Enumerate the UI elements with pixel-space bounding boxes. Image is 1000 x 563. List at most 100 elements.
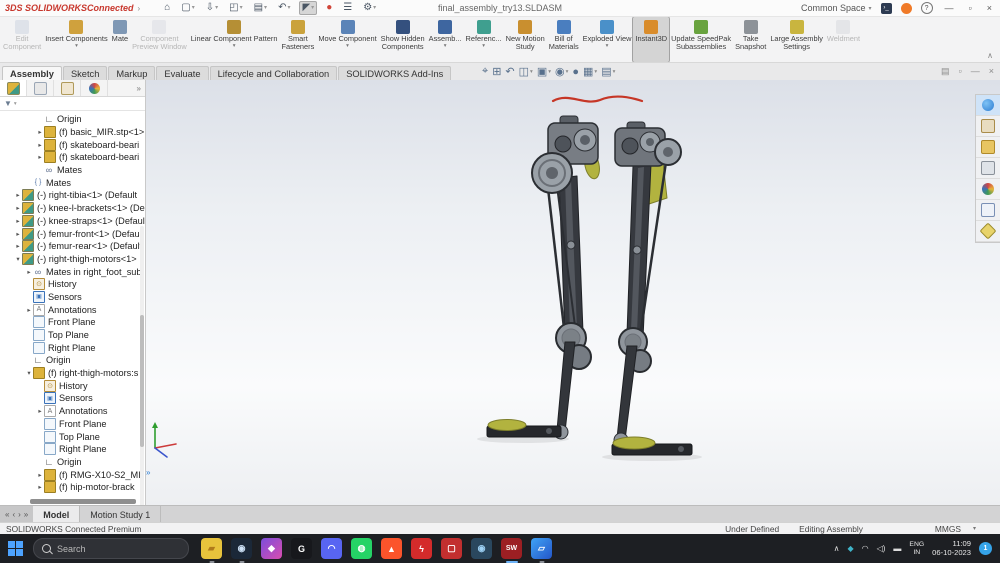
panel-flyout-arrow-icon[interactable]: » (146, 468, 150, 477)
console-icon[interactable]: ›_ (881, 3, 892, 14)
tree-item[interactable]: Origin (0, 113, 145, 126)
tree-item[interactable]: Mates (0, 164, 145, 177)
options-list-icon[interactable]: ☰ (341, 2, 354, 14)
ribbon-collapse-icon[interactable]: ∧ (981, 51, 999, 62)
tree-item[interactable]: ▸ Mates in right_foot_sub (0, 265, 145, 278)
dropdown-caret-icon[interactable]: ▾ (373, 2, 376, 14)
appearances-tab[interactable] (81, 80, 108, 96)
display-style-icon[interactable]: ▣ ▾ (537, 65, 551, 78)
help-icon[interactable]: ? (921, 2, 933, 14)
select-icon[interactable]: ◤ ▾ (299, 1, 317, 15)
dropdown-caret-icon[interactable]: ▾ (346, 43, 349, 49)
clock[interactable]: 11:09 06-10-2023 (932, 540, 971, 557)
zoom-to-fit-icon[interactable]: ⌖ (482, 65, 488, 78)
window-restore-icon[interactable]: ▫ (959, 66, 962, 77)
section-view-icon[interactable]: ◫ ▾ (519, 65, 533, 78)
update-speedpak-button[interactable]: Update SpeedPak Subassemblies (669, 17, 733, 62)
tree-item[interactable]: ▾ (f) right-thigh-motors:s (0, 367, 145, 380)
document-tab[interactable]: Model (33, 506, 80, 523)
expand-arrow-icon[interactable]: ▸ (14, 191, 22, 199)
battery-icon[interactable]: ▬ (893, 544, 901, 553)
new-document-icon[interactable]: ▢ ▾ (179, 2, 196, 14)
dropdown-caret-icon[interactable]: ▾ (215, 2, 218, 14)
tree-item[interactable]: Origin (0, 354, 145, 367)
ribbon-tab[interactable]: Lifecycle and Collaboration (210, 66, 338, 81)
edit-appearance-icon[interactable]: ● (572, 66, 579, 78)
settings-icon[interactable]: ⚙ ▾ (361, 2, 378, 14)
tree-item[interactable]: ▸ Annotations (0, 405, 145, 418)
tree-item[interactable]: Top Plane (0, 430, 145, 443)
user-avatar[interactable] (901, 3, 912, 14)
wifi-icon[interactable]: ◠ (862, 544, 869, 553)
tree-item[interactable]: Mates (0, 176, 145, 189)
tree-item[interactable]: ▸ (f) RMG-X10-S2_MII (0, 468, 145, 481)
tree-vertical-scrollbar[interactable] (140, 226, 144, 505)
tray-overflow-icon[interactable]: ∧ (834, 544, 840, 553)
language-indicator[interactable]: ENG IN (909, 541, 924, 556)
window-close-icon[interactable]: × (989, 66, 994, 77)
solidworks-icon[interactable]: SW (501, 538, 522, 559)
dropdown-caret-icon[interactable]: ▾ (233, 43, 236, 49)
expand-arrow-icon[interactable]: ▸ (36, 483, 44, 491)
dropdown-caret-icon[interactable]: ▾ (75, 43, 78, 49)
linear-component-pattern-button[interactable]: Linear Component Pattern ▾ (189, 17, 280, 62)
dropdown-caret-icon[interactable]: ▾ (287, 2, 290, 14)
tab-scroll-arrow-icon[interactable]: › (18, 510, 21, 519)
expand-arrow-icon[interactable]: ▸ (25, 268, 33, 276)
previous-view-icon[interactable]: ↶ (505, 65, 514, 78)
lightning-app-icon[interactable]: ϟ (411, 538, 432, 559)
workspace-selector[interactable]: Common Space ▾ (801, 3, 872, 13)
tree-item[interactable]: ▸ (f) skateboard-beari (0, 151, 145, 164)
dropdown-caret-icon[interactable]: ▾ (548, 69, 551, 75)
custom-properties-icon[interactable] (976, 200, 1000, 221)
graphics-viewport[interactable] (0, 80, 1000, 505)
featuremanager-tab[interactable] (0, 80, 27, 96)
tree-item[interactable]: Top Plane (0, 329, 145, 342)
units-caret-icon[interactable]: ▾ (973, 525, 976, 532)
start-button[interactable] (8, 541, 23, 556)
new-motion-study-button[interactable]: New Motion Study (504, 17, 547, 62)
zoom-to-area-icon[interactable]: ⊞ (492, 65, 501, 78)
expand-arrow-icon[interactable]: ▸ (36, 141, 44, 149)
expand-arrow-icon[interactable]: ▾ (14, 255, 22, 263)
instant3d-button[interactable]: Instant3D (633, 17, 669, 62)
restore-button[interactable]: ▫ (966, 3, 975, 13)
view-settings-icon[interactable]: ▤ ▾ (601, 65, 615, 78)
discord-icon[interactable]: ◠ (321, 538, 342, 559)
dropdown-caret-icon[interactable]: ▾ (482, 43, 485, 49)
tree-item[interactable]: ▸ (f) basic_MIR.stp<1> (0, 126, 145, 139)
weldment-button[interactable]: Weldment (825, 17, 862, 62)
view-palette-icon[interactable] (976, 158, 1000, 179)
dropdown-caret-icon[interactable]: ▾ (606, 43, 609, 49)
dropdown-caret-icon[interactable]: ▾ (566, 69, 569, 75)
media-app-icon[interactable]: ▢ (441, 538, 462, 559)
ribbon-tab[interactable]: Markup (108, 66, 155, 81)
exoskeleton-legs-model[interactable] (145, 80, 1000, 505)
propertymanager-tab[interactable] (27, 80, 54, 96)
expand-arrow-icon[interactable]: ▸ (14, 217, 22, 225)
dropdown-caret-icon[interactable]: ▾ (530, 69, 533, 75)
expand-arrow-icon[interactable]: ▸ (36, 153, 44, 161)
solidworks-forum-icon[interactable] (976, 221, 1000, 242)
tree-item[interactable]: ▸ (-) knee-straps<1> (Defaul (0, 215, 145, 228)
assembly-features-button[interactable]: Assemb... ▾ (427, 17, 464, 62)
expand-arrow-icon[interactable]: ▸ (14, 242, 22, 250)
smart-fasteners-button[interactable]: Smart Fasteners (279, 17, 316, 62)
tree-item[interactable]: Sensors (0, 392, 145, 405)
dropdown-caret-icon[interactable]: ▾ (594, 69, 597, 75)
game-controller-icon[interactable]: ◆ (261, 538, 282, 559)
tree-item[interactable]: ▸ Annotations (0, 303, 145, 316)
save-icon[interactable]: ◰ ▾ (227, 2, 244, 14)
tab-scroll-arrow-icon[interactable]: ‹ (12, 510, 15, 519)
tree-horizontal-scrollbar[interactable] (30, 499, 136, 504)
dropdown-caret-icon[interactable]: ▾ (444, 43, 447, 49)
tree-filter-row[interactable]: ▼ ▾ (0, 97, 145, 111)
photos-icon[interactable]: ▱ (531, 538, 552, 559)
threedexperience-icon[interactable] (976, 95, 1000, 116)
appearances-scenes-icon[interactable] (976, 179, 1000, 200)
home-icon[interactable]: ⌂ (162, 2, 172, 14)
file-explorer-icon[interactable]: ▰ (201, 538, 222, 559)
tree-item[interactable]: Origin (0, 456, 145, 469)
tree-item[interactable]: ▸ (-) femur-front<1> (Defaul (0, 227, 145, 240)
tree-item[interactable]: ▾ (-) right-thigh-motors<1> (0, 253, 145, 266)
